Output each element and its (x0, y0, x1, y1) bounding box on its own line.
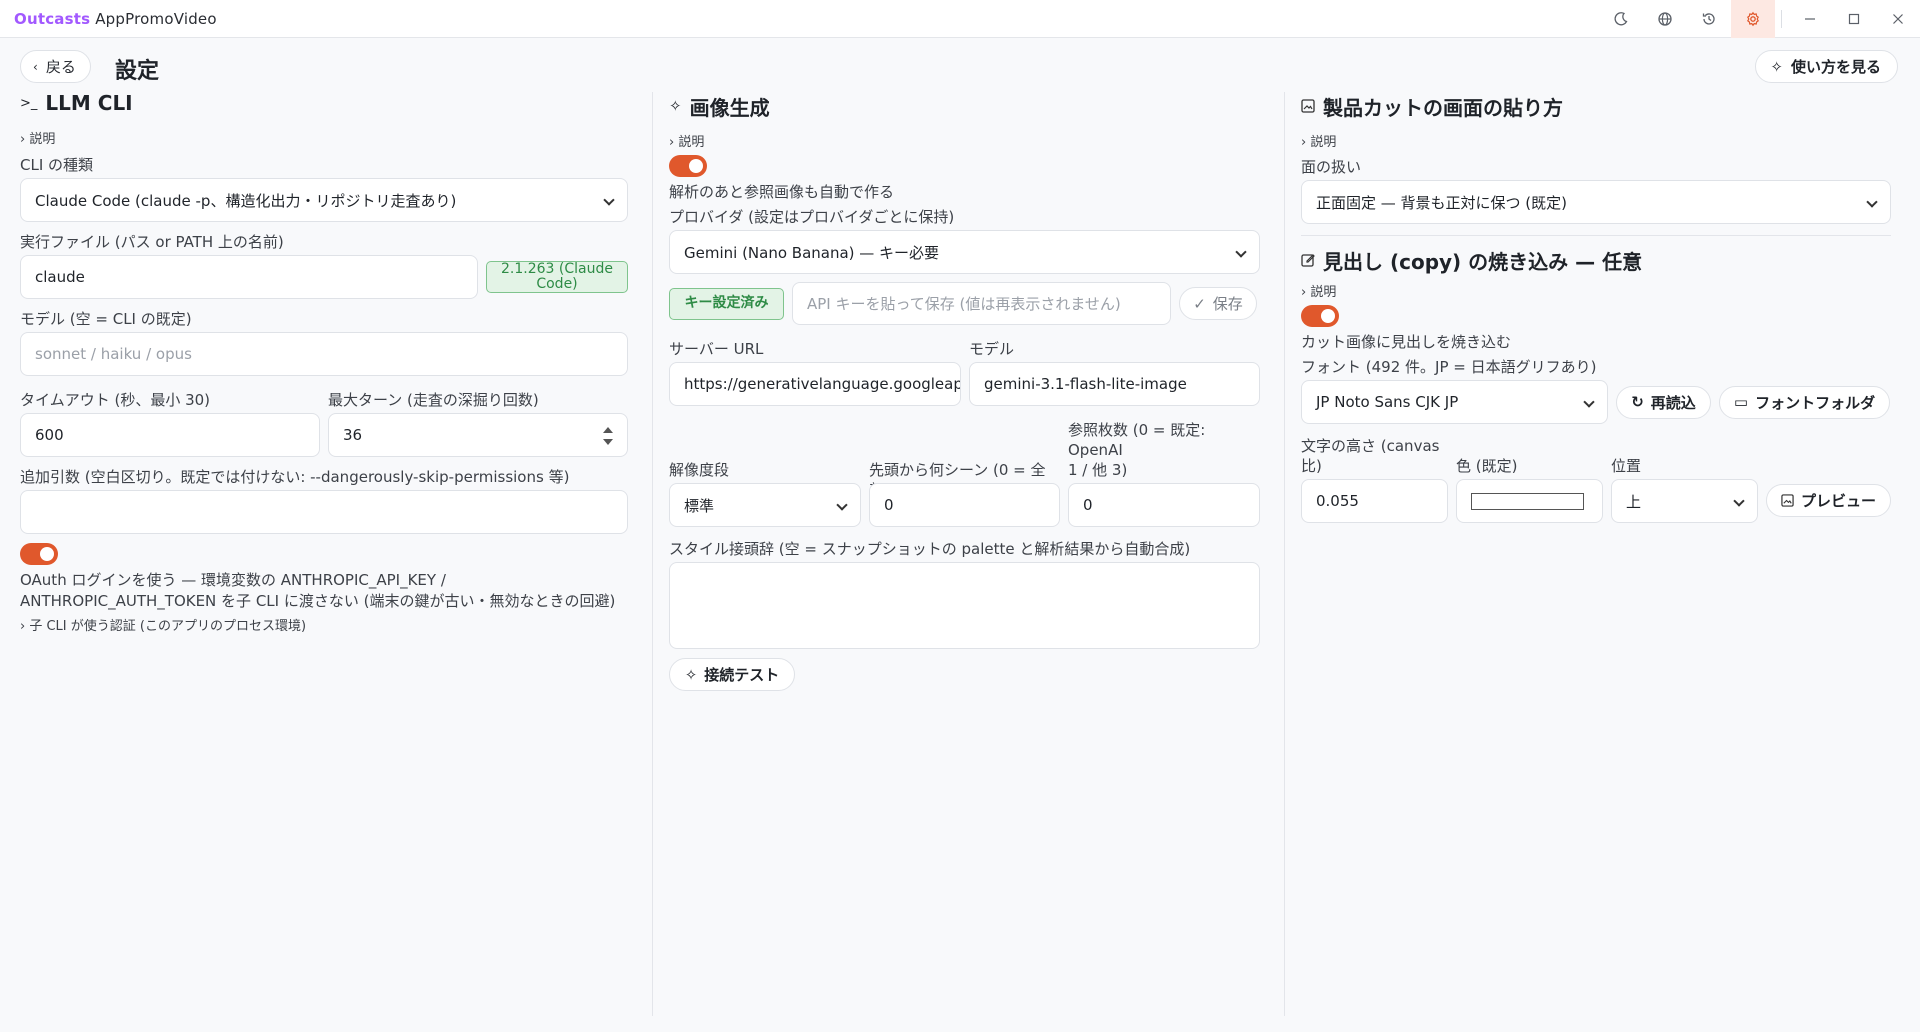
bake-text: カット画像に見出しを焼き込む (1301, 333, 1512, 351)
product-cut-title: 製品カットの画面の貼り方 (1301, 91, 1891, 121)
style-textarea[interactable] (669, 562, 1260, 649)
llm-cli-section: >_ LLM CLI › 説明 CLI の種類 Claude Code (cla… (20, 88, 628, 634)
oauth-text: OAuth ログインを使う — 環境変数の ANTHROPIC_API_KEY … (20, 571, 616, 610)
maximize-icon[interactable] (1832, 0, 1876, 38)
history-icon[interactable] (1687, 0, 1731, 38)
max-turns-label: 最大ターン (走査の深掘り回数) (328, 391, 539, 409)
exec-label: 実行ファイル (パス or PATH 上の名前) (20, 233, 284, 251)
title-bar: Outcasts AppPromoVideo (0, 0, 1920, 38)
product-cut-section: 製品カットの画面の貼り方 › 説明 面の扱い 正面固定 — 背景も正対に保つ (… (1301, 88, 1891, 523)
llm-desc-toggle[interactable]: › 説明 (20, 128, 628, 147)
image-gen-title: ✧ 画像生成 (669, 95, 770, 120)
check-icon: ✓ (1193, 294, 1206, 313)
sparkle-icon: ✧ (669, 97, 682, 115)
sparkle-icon: ✧ (1770, 57, 1783, 76)
save-button[interactable]: ✓ 保存 (1179, 287, 1257, 320)
section-divider (1301, 235, 1891, 236)
extra-args-input[interactable] (20, 490, 628, 534)
preview-button[interactable]: プレビュー (1766, 484, 1891, 517)
server-url-input[interactable]: https://generativelanguage.googleapis.co… (669, 362, 961, 406)
scenes-input[interactable]: 0 (869, 483, 1060, 527)
image-desc-toggle[interactable]: › 説明 (669, 131, 1260, 150)
font-folder-button[interactable]: ▭ フォントフォルダ (1719, 385, 1890, 419)
product-desc-toggle[interactable]: › 説明 (1301, 131, 1891, 150)
cli-type-select[interactable]: Claude Code (claude -p、構造化出力・リポジトリ走査あり) (20, 178, 628, 222)
server-url-label: サーバー URL (669, 340, 764, 358)
edit-icon (1301, 254, 1315, 267)
close-icon[interactable] (1876, 0, 1920, 38)
api-key-input[interactable]: API キーを貼って保存 (値は再表示されません) (792, 282, 1171, 325)
extra-args-label: 追加引数 (空白区切り。既定では付けない: --dangerously-skip… (20, 468, 570, 486)
howto-label: 使い方を見る (1790, 58, 1881, 76)
version-badge: 2.1.263 (Claude Code) (486, 261, 628, 293)
folder-icon: ▭ (1733, 393, 1749, 411)
color-label: 色 (既定) (1456, 457, 1518, 475)
connection-test-button[interactable]: ✧ 接続テスト (669, 658, 795, 691)
app-name: AppPromoVideo (95, 9, 217, 28)
timeout-label: タイムアウト (秒、最小 30) (20, 391, 211, 409)
dark-mode-icon[interactable] (1599, 0, 1643, 38)
style-label: スタイル接頭辞 (空 = スナップショットの palette と解析結果から自動… (669, 540, 1191, 558)
resolution-select[interactable]: 標準 (669, 483, 861, 527)
ref-count-label: 参照枚数 (0 = 既定: OpenAI 1 / 他 3) (1068, 421, 1206, 479)
back-button[interactable]: ‹ 戻る (20, 50, 91, 83)
image-icon (1781, 494, 1794, 507)
image-model-label: モデル (969, 340, 1015, 358)
copy-bake-title: 見出し (copy) の焼き込み — 任意 (1301, 245, 1891, 275)
provider-select[interactable]: Gemini (Nano Banana) — キー必要 (669, 230, 1260, 274)
sparkle-icon: ✧ (684, 665, 698, 684)
key-set-badge: キー設定済み (669, 287, 784, 320)
color-swatch (1471, 492, 1584, 510)
reload-button[interactable]: ↻ 再読込 (1616, 385, 1711, 419)
image-icon (1301, 99, 1315, 113)
auto-ref-toggle[interactable] (669, 155, 707, 177)
copy-desc-toggle[interactable]: › 説明 (1301, 281, 1891, 300)
app-title: Outcasts AppPromoVideo (0, 10, 217, 28)
scenes-label: 先頭から何シーン (0 = 全部) (869, 461, 1046, 499)
howto-button[interactable]: ✧ 使い方を見る (1755, 50, 1898, 83)
refresh-icon: ↻ (1631, 393, 1644, 411)
auto-ref-text: 解析のあと参照画像も自動で作る (669, 183, 895, 201)
stepper-icon[interactable] (603, 427, 613, 445)
page-header: ‹ 戻る 設定 ✧ 使い方を見る (20, 50, 1898, 86)
image-gen-section: ✧ 画像生成 › 説明 解析のあと参照画像も自動で作る プロバイダ (設定はプロ… (669, 88, 1260, 691)
resolution-label: 解像度段 (669, 461, 730, 479)
max-turns-input[interactable]: 36 (328, 413, 628, 457)
timeout-input[interactable]: 600 (20, 413, 320, 457)
cli-type-label: CLI の種類 (20, 156, 94, 174)
position-label: 位置 (1611, 457, 1642, 475)
llm-cli-title: >_ LLM CLI (20, 91, 133, 115)
face-select[interactable]: 正面固定 — 背景も正対に保つ (既定) (1301, 180, 1891, 224)
position-select[interactable]: 上 (1611, 479, 1758, 523)
face-label: 面の扱い (1301, 158, 1362, 176)
back-label: 戻る (45, 58, 76, 76)
app-brand: Outcasts (14, 9, 91, 28)
ref-count-input[interactable]: 0 (1068, 483, 1260, 527)
model-input[interactable]: sonnet / haiku / opus (20, 332, 628, 376)
font-label: フォント (492 件。JP = 日本語グリフあり) (1301, 358, 1597, 376)
color-picker[interactable] (1456, 479, 1603, 523)
provider-label: プロバイダ (設定はプロバイダごとに保持) (669, 208, 955, 226)
column-divider (1284, 92, 1285, 1016)
text-height-label: 文字の高さ (canvas 比) (1301, 437, 1440, 475)
auth-disclosure[interactable]: › 子 CLI が使う認証 (このアプリのプロセス環境) (20, 615, 628, 634)
minimize-icon[interactable] (1788, 0, 1832, 38)
bake-toggle[interactable] (1301, 305, 1339, 327)
terminal-icon: >_ (20, 95, 38, 111)
column-divider (652, 92, 653, 1016)
image-model-input[interactable]: gemini-3.1-flash-lite-image (969, 362, 1260, 406)
settings-icon[interactable] (1731, 0, 1775, 38)
exec-input[interactable]: claude (20, 255, 478, 299)
chevron-left-icon: ‹ (33, 59, 38, 74)
text-height-input[interactable]: 0.055 (1301, 479, 1448, 523)
oauth-toggle[interactable] (20, 543, 58, 565)
model-label: モデル (空 = CLI の既定) (20, 310, 192, 328)
page-title: 設定 (115, 59, 160, 84)
font-select[interactable]: JP Noto Sans CJK JP (1301, 380, 1608, 424)
globe-icon[interactable] (1643, 0, 1687, 38)
